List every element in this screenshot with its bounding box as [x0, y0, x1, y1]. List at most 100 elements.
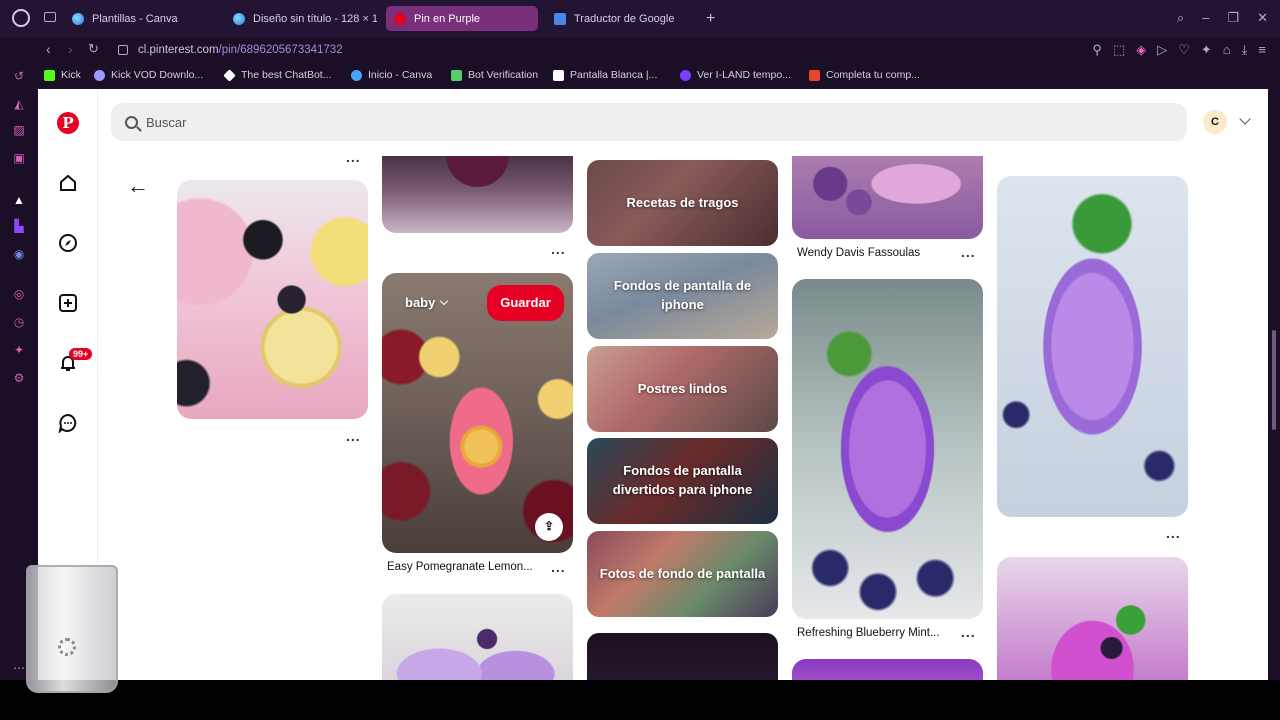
home-icon[interactable] — [58, 173, 78, 193]
kick-side-icon[interactable]: ▲ — [12, 193, 26, 207]
new-tab-icon[interactable]: + — [706, 10, 715, 28]
tab-canva-design[interactable]: Diseño sin título - 128 × 1 — [225, 6, 377, 31]
chevron-down-icon[interactable] — [1239, 113, 1251, 125]
grape-drink-pin[interactable] — [792, 147, 983, 239]
history-icon[interactable]: ↺ — [12, 69, 26, 83]
bookmark-chatbot[interactable]: The best ChatBot... — [223, 68, 332, 82]
extensions-icon[interactable]: ✦ — [1201, 42, 1212, 58]
url-path: /pin/6896205673341732 — [218, 44, 343, 56]
board-recetas-de-tragos[interactable]: Recetas de tragos — [587, 160, 778, 246]
extension-icons: ⚲ ⬚ ◈ ▷ ♡ ✦ ⌂ ⤓ ≡ — [1092, 42, 1266, 58]
messenger-icon[interactable]: ▣ — [12, 151, 26, 165]
pin-more-button[interactable]: ... — [551, 559, 566, 575]
pin-more-button[interactable]: ... — [551, 241, 566, 257]
purple-blackberry-cocktail-pin[interactable] — [997, 557, 1188, 680]
wallet-icon[interactable]: ⌂ — [1223, 42, 1231, 58]
discord-icon[interactable]: ◉ — [12, 247, 26, 261]
bookmark-label: Kick VOD Downlo... — [111, 69, 204, 81]
settings-side-icon[interactable]: ⚙ — [12, 371, 26, 385]
bookmark-completa[interactable]: Completa tu comp... — [809, 69, 920, 81]
back-arrow-icon[interactable]: ← — [127, 173, 149, 199]
player-icon[interactable]: ▷ — [1157, 42, 1167, 58]
heart-icon[interactable]: ♡ — [1178, 42, 1190, 58]
purple-blueberry-drink-pin[interactable] — [997, 176, 1188, 517]
url-field[interactable]: cl.pinterest.com/pin/6896205673341732 — [138, 44, 343, 56]
pin-more-button[interactable]: ... — [961, 244, 976, 260]
browser-tab-bar: Plantillas - Canva Diseño sin título - 1… — [0, 0, 1280, 37]
pin-more-button[interactable]: ... — [1166, 525, 1181, 541]
share-icon[interactable]: ⇪ — [535, 513, 563, 541]
search-bar[interactable] — [111, 103, 1187, 141]
canva-icon — [72, 12, 84, 25]
tab-pinterest[interactable]: Pin en Purple — [386, 6, 538, 31]
canva-icon — [233, 12, 245, 25]
board-dark[interactable] — [587, 633, 778, 680]
pink-lemonade-pin[interactable] — [177, 180, 368, 419]
purple-lime-pin[interactable] — [792, 659, 983, 680]
bookmark-bot-verification[interactable]: Bot Verification — [451, 69, 538, 81]
player-side-icon[interactable]: ◎ — [12, 287, 26, 301]
bookmark-iland[interactable]: Ver I-LAND tempo... — [680, 69, 791, 81]
aria-icon[interactable]: ◭ — [12, 97, 26, 111]
back-icon[interactable]: ‹ — [46, 41, 51, 57]
more-side-icon[interactable]: ⋯ — [12, 661, 26, 675]
tab-canva-templates[interactable]: Plantillas - Canva — [64, 6, 216, 31]
google-translate-icon — [554, 12, 566, 25]
board-select-dropdown[interactable]: baby — [405, 295, 449, 310]
minimize-icon[interactable]: – — [1202, 10, 1209, 26]
twitch-icon[interactable]: ▙ — [12, 219, 26, 233]
board-fotos-fondo[interactable]: Fotos de fondo de pantalla — [587, 531, 778, 617]
close-icon[interactable]: ✕ — [1257, 10, 1268, 26]
board-title: Fondos de pantalla de iphone — [613, 278, 752, 312]
board-title: Fotos de fondo de pantalla — [599, 565, 766, 581]
bookmark-pantalla-blanca[interactable]: Pantalla Blanca |... — [553, 69, 657, 81]
bookmark-label: The best ChatBot... — [241, 69, 332, 81]
snapshot-icon[interactable]: ⬚ — [1113, 42, 1125, 58]
messages-icon[interactable] — [58, 413, 78, 435]
board-postres-lindos[interactable]: Postres lindos — [587, 346, 778, 432]
clock-icon[interactable]: ◷ — [12, 315, 26, 329]
blueberry-mint-pin[interactable] — [792, 279, 983, 619]
menu-icon[interactable]: ≡ — [1258, 42, 1266, 58]
pin-caption[interactable]: Wendy Davis Fassoulas — [797, 247, 920, 259]
tab-list-icon[interactable] — [44, 12, 56, 22]
scrollbar-thumb[interactable] — [1272, 330, 1276, 430]
avatar[interactable]: C — [1203, 110, 1227, 134]
workspace-icon[interactable]: ▨ — [12, 123, 26, 137]
tab-google-translate[interactable]: Traductor de Google — [546, 6, 698, 31]
violet-cocktail-pin[interactable] — [382, 594, 573, 680]
forward-icon[interactable]: › — [68, 41, 73, 57]
glass-overlay-image — [26, 565, 118, 693]
url-domain: cl.pinterest.com — [138, 44, 219, 56]
pin-caption[interactable]: Refreshing Blueberry Mint... — [797, 627, 940, 639]
restore-icon[interactable]: ❐ — [1227, 10, 1239, 26]
window-controls: ⌕ – ❐ ✕ — [1177, 10, 1268, 26]
explore-icon[interactable] — [58, 233, 78, 253]
board-fondos-iphone[interactable]: Fondos de pantalla de iphone — [587, 253, 778, 339]
pocket-icon[interactable]: ◈ — [1136, 42, 1146, 58]
bookmark-canva[interactable]: Inicio - Canva — [351, 69, 432, 81]
pin-icon[interactable]: ⚲ — [1092, 42, 1102, 58]
save-button[interactable]: Guardar — [487, 285, 564, 321]
download-icon[interactable]: ⤓ — [1242, 42, 1248, 58]
bookmark-kick[interactable]: Kick — [44, 69, 81, 81]
board-fondos-divertidos[interactable]: Fondos de pantalla divertidos para iphon… — [587, 438, 778, 524]
gear-icon[interactable] — [58, 638, 76, 656]
pin-more-button[interactable]: ... — [346, 428, 361, 444]
create-icon[interactable] — [58, 293, 78, 313]
extensions-side-icon[interactable]: ✦ — [12, 343, 26, 357]
reload-icon[interactable]: ↻ — [88, 41, 99, 57]
pinterest-logo-icon[interactable]: P — [57, 112, 79, 134]
bookmark-kick-vod[interactable]: Kick VOD Downlo... — [94, 69, 203, 81]
pin-caption[interactable]: Easy Pomegranate Lemon... — [387, 561, 533, 573]
tab-label: Diseño sin título - 128 × 1 — [253, 12, 377, 25]
search-tabs-icon[interactable]: ⌕ — [1177, 10, 1184, 26]
lock-icon — [118, 45, 128, 55]
pin-more-button[interactable]: ... — [961, 624, 976, 640]
bookmark-label: Bot Verification — [468, 69, 539, 81]
berry-drink-pin[interactable] — [382, 147, 573, 233]
search-input[interactable] — [146, 114, 1046, 130]
opera-logo-icon[interactable] — [12, 9, 30, 27]
tab-label: Plantillas - Canva — [92, 12, 178, 25]
shield-icon — [451, 69, 462, 81]
